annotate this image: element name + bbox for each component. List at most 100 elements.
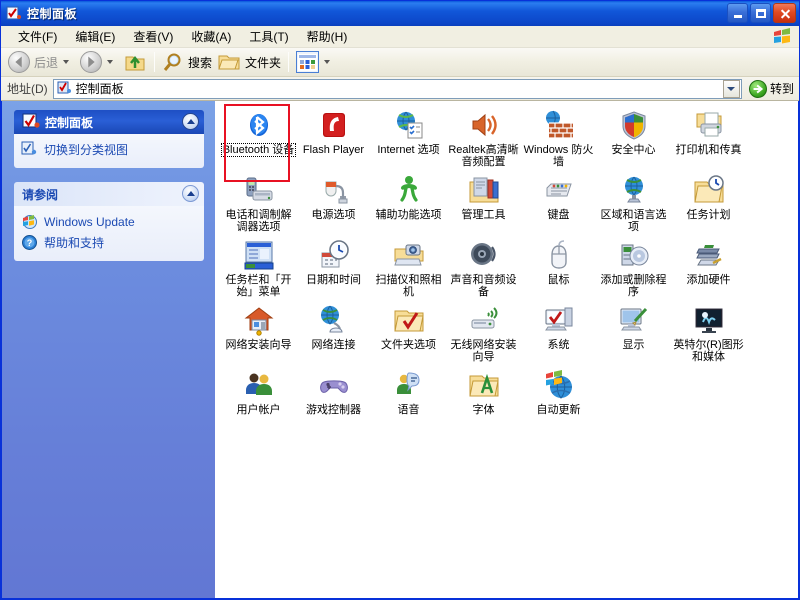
control-panel-item-label: 安全中心 xyxy=(611,144,656,156)
flash-player-icon xyxy=(318,109,350,141)
views-icon xyxy=(296,51,320,73)
control-panel-item[interactable]: 管理工具 xyxy=(446,170,521,235)
control-panel-item[interactable]: 安全中心 xyxy=(596,105,671,170)
control-panel-item-label: Internet 选项 xyxy=(377,144,440,156)
control-panel-item[interactable]: Realtek高清晰音频配置 xyxy=(446,105,521,170)
control-panel-item[interactable]: 声音和音频设备 xyxy=(446,235,521,300)
panel-title-see-also: 请参阅 xyxy=(22,187,59,202)
power-options-icon xyxy=(318,174,350,206)
collapse-toggle-see-also[interactable] xyxy=(182,185,199,202)
search-icon xyxy=(162,52,184,73)
sidebar-link-help-and-support[interactable]: ? 帮助和支持 xyxy=(21,232,197,253)
scheduled-tasks-icon xyxy=(693,174,725,206)
go-button[interactable]: 转到 xyxy=(747,79,796,98)
control-panel-item[interactable]: 系统 xyxy=(521,300,596,365)
control-panel-item[interactable]: 字体 xyxy=(446,365,521,418)
sidebar-link-switch-category-view[interactable]: 切换到分类视图 xyxy=(21,139,197,160)
collapse-toggle-control-panel[interactable] xyxy=(182,113,199,130)
maximize-button[interactable] xyxy=(750,3,771,23)
help-icon: ? xyxy=(21,234,38,251)
control-panel-item[interactable]: 英特尔(R)图形和媒体 xyxy=(671,300,746,365)
back-dropdown-icon[interactable] xyxy=(63,60,70,64)
control-panel-item[interactable]: Windows 防火墙 xyxy=(521,105,596,170)
sidebar-panel-see-also: 请参阅 Windows Update ? 帮助和支持 xyxy=(14,182,204,261)
menu-help[interactable]: 帮助(H) xyxy=(298,26,357,47)
minimize-button[interactable] xyxy=(727,3,748,23)
accessibility-icon xyxy=(393,174,425,206)
control-panel-item[interactable]: 任务栏和「开始」菜单 xyxy=(221,235,296,300)
menu-tools[interactable]: 工具(T) xyxy=(240,26,297,47)
address-value: 控制面板 xyxy=(75,82,124,96)
control-panel-item[interactable]: Internet 选项 xyxy=(371,105,446,170)
control-panel-item[interactable]: 添加硬件 xyxy=(671,235,746,300)
control-panel-item[interactable]: 任务计划 xyxy=(671,170,746,235)
control-panel-item[interactable]: 打印机和传真 xyxy=(671,105,746,170)
regional-language-icon xyxy=(618,174,650,206)
sidebar: 控制面板 切换到分类视图 请参阅 Windows Update ? 帮助和支持 xyxy=(2,101,215,598)
menu-view[interactable]: 查看(V) xyxy=(124,26,182,47)
control-panel-item[interactable]: 语音 xyxy=(371,365,446,418)
address-dropdown-button[interactable] xyxy=(722,79,740,98)
system-icon xyxy=(543,304,575,336)
control-panel-item-label: 添加或删除程序 xyxy=(600,274,667,298)
address-control-panel-icon xyxy=(57,81,72,96)
control-panel-item[interactable]: 游戏控制器 xyxy=(296,365,371,418)
chevron-up-icon xyxy=(186,191,195,196)
control-panel-item[interactable]: 区域和语言选项 xyxy=(596,170,671,235)
up-folder-icon xyxy=(124,52,147,73)
control-panel-item[interactable]: 电源选项 xyxy=(296,170,371,235)
control-panel-item[interactable]: 无线网络安装向导 xyxy=(446,300,521,365)
control-panel-item[interactable]: 网络安装向导 xyxy=(221,300,296,365)
display-icon xyxy=(618,304,650,336)
back-label: 后退 xyxy=(34,55,59,70)
back-button[interactable]: 后退 xyxy=(5,50,77,74)
up-button[interactable] xyxy=(121,50,150,74)
views-dropdown-icon[interactable] xyxy=(324,60,331,64)
control-panel-item-label: 电源选项 xyxy=(311,209,356,221)
control-panel-item-label: 用户帐户 xyxy=(236,404,281,416)
close-button[interactable] xyxy=(773,3,796,23)
folders-label: 文件夹 xyxy=(245,55,282,70)
control-panel-item[interactable]: Bluetooth 设备 xyxy=(221,105,296,170)
menu-file[interactable]: 文件(F) xyxy=(9,26,66,47)
forward-dropdown-icon[interactable] xyxy=(107,60,114,64)
control-panel-item-label: Flash Player xyxy=(302,144,365,156)
control-panel-item[interactable]: 键盘 xyxy=(521,170,596,235)
control-panel-item-label: 声音和音频设备 xyxy=(450,274,517,298)
panel-header-control-panel: 控制面板 xyxy=(14,110,204,134)
menu-edit[interactable]: 编辑(E) xyxy=(66,26,124,47)
panel-body-see-also: Windows Update ? 帮助和支持 xyxy=(14,206,204,261)
control-panel-item[interactable]: 日期和时间 xyxy=(296,235,371,300)
control-panel-item-label: 文件夹选项 xyxy=(381,339,436,351)
address-input[interactable]: 控制面板 xyxy=(52,78,742,99)
control-panel-item[interactable]: 辅助功能选项 xyxy=(371,170,446,235)
chevron-down-icon xyxy=(727,86,736,91)
control-panel-item[interactable]: 用户帐户 xyxy=(221,365,296,418)
internet-options-icon xyxy=(393,109,425,141)
menu-bar: 文件(F) 编辑(E) 查看(V) 收藏(A) 工具(T) 帮助(H) xyxy=(1,26,799,48)
printers-and-faxes-icon xyxy=(693,109,725,141)
folders-button[interactable]: 文件夹 xyxy=(215,50,284,74)
search-button[interactable]: 搜索 xyxy=(159,50,215,74)
control-panel-item-label: 游戏控制器 xyxy=(306,404,361,416)
control-panel-item[interactable]: 显示 xyxy=(596,300,671,365)
control-panel-item[interactable]: 电话和调制解调器选项 xyxy=(221,170,296,235)
windows-flag-icon xyxy=(771,27,793,46)
control-panel-item[interactable]: 鼠标 xyxy=(521,235,596,300)
control-panel-item[interactable]: 自动更新 xyxy=(521,365,596,418)
control-panel-item[interactable]: Flash Player xyxy=(296,105,371,170)
control-panel-item-label: 英特尔(R)图形和媒体 xyxy=(673,339,744,363)
control-panel-item[interactable]: 文件夹选项 xyxy=(371,300,446,365)
views-button[interactable] xyxy=(293,50,338,74)
control-panel-item-label: 管理工具 xyxy=(461,209,506,221)
sidebar-link-windows-update[interactable]: Windows Update xyxy=(21,211,197,232)
control-panel-item[interactable]: 扫描仪和照相机 xyxy=(371,235,446,300)
control-panel-item-label: 添加硬件 xyxy=(686,274,731,286)
svg-text:?: ? xyxy=(27,238,33,248)
forward-button[interactable] xyxy=(77,50,121,74)
control-panel-item[interactable]: 添加或删除程序 xyxy=(596,235,671,300)
menu-favorites[interactable]: 收藏(A) xyxy=(182,26,240,47)
window-title: 控制面板 xyxy=(27,7,78,21)
control-panel-item[interactable]: 网络连接 xyxy=(296,300,371,365)
control-panel-item-label: 任务栏和「开始」菜单 xyxy=(225,274,292,298)
